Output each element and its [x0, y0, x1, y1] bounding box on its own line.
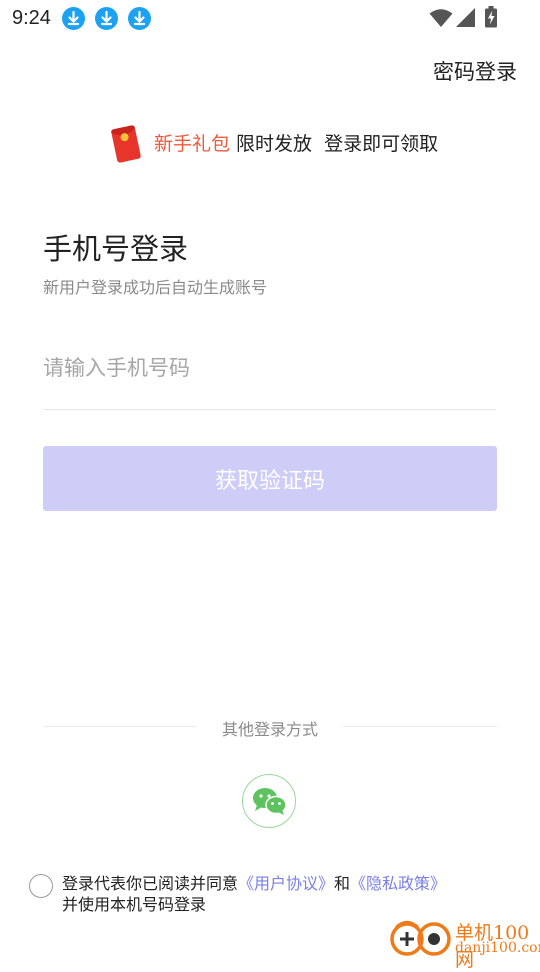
red-envelope-icon — [111, 125, 141, 163]
download-icon — [95, 7, 118, 30]
user-agreement-link[interactable]: 《用户协议》 — [238, 874, 334, 893]
wechat-login-button[interactable] — [242, 774, 296, 828]
promo-highlight: 新手礼包 — [154, 133, 231, 155]
password-login-link[interactable]: 密码登录 — [433, 56, 517, 86]
agreement-and: 和 — [334, 874, 351, 893]
status-time: 9:24 — [12, 7, 51, 29]
other-login-label: 其他登录方式 — [221, 720, 318, 739]
promo-text: 限时发放 登录即可领取 — [230, 133, 439, 155]
privacy-policy-link[interactable]: 《隐私政策》 — [350, 874, 446, 893]
battery-charging-icon — [485, 6, 497, 28]
watermark-logo-icon — [390, 920, 451, 956]
download-icon — [128, 7, 151, 30]
input-underline — [43, 409, 496, 410]
phone-input[interactable] — [43, 342, 496, 394]
get-code-button[interactable]: 获取验证码 — [43, 446, 497, 511]
watermark-url: danji100.com — [455, 940, 540, 956]
status-bar: 9:24 — [0, 0, 540, 36]
signal-icon — [456, 8, 475, 27]
agreement-checkbox[interactable] — [29, 874, 53, 898]
page-subtitle: 新用户登录成功后自动生成账号 — [43, 278, 268, 297]
wifi-icon — [429, 9, 453, 27]
agreement-text: 登录代表你已阅读并同意《用户协议》和《隐私政策》 并使用本机号码登录 — [62, 873, 482, 915]
download-icon — [62, 7, 85, 30]
page-title: 手机号登录 — [43, 232, 189, 266]
watermark: 单机100网 danji100.com — [388, 915, 540, 971]
promo-banner: 新手礼包 限时发放 登录即可领取 — [108, 122, 448, 164]
wechat-icon — [253, 788, 287, 815]
agreement-prefix: 登录代表你已阅读并同意 — [62, 874, 239, 893]
agreement-suffix: 并使用本机号码登录 — [62, 895, 207, 914]
